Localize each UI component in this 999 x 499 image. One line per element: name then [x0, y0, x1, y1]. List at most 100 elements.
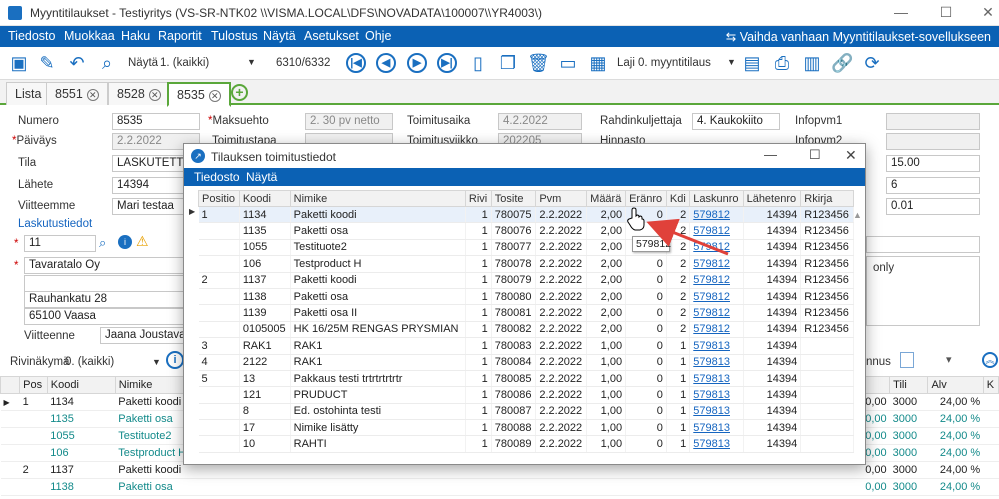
dialog-row[interactable]: 5 13 Pakkaus testi trtrtrtrtrtr 1 780085 2.2.… — [198, 370, 854, 388]
dialog-col-header[interactable]: Eränro — [625, 190, 667, 207]
customer-address2-field[interactable] — [24, 275, 184, 292]
next-record-icon[interactable]: ▶ — [407, 53, 427, 73]
dialog-maximize-icon[interactable]: ☐ — [809, 147, 821, 163]
menu-ohje[interactable]: Ohje — [365, 29, 391, 43]
dialog-cell[interactable]: 579812 — [689, 288, 744, 306]
dialog-menu-nayta[interactable]: Näytä — [246, 170, 277, 184]
dialog-row[interactable]: 2 1137 Paketti koodi 1 780079 2.2.2022 2,00 0 2 5… — [198, 272, 854, 289]
viitteemme-field[interactable]: Mari testaa — [112, 198, 184, 215]
dialog-row[interactable]: 8 Ed. ostohinta testi 1 780087 2.2.2022 1,00 0… — [198, 403, 854, 421]
dialog-row[interactable]: 1139 Paketti osa II 1 780081 2.2.2022 2,00 0 2 5… — [198, 304, 854, 322]
dialog-col-header[interactable]: Nimike — [289, 190, 466, 207]
customer-postal-field[interactable]: 65100 Vaasa — [24, 308, 184, 325]
dialog-cell[interactable]: 579813 — [689, 419, 744, 437]
toimitusaika-field[interactable]: 4.2.2022 — [498, 113, 582, 130]
right-field-1[interactable]: 15.00 — [886, 155, 980, 172]
add-tab-icon[interactable]: + — [231, 84, 248, 101]
dialog-row[interactable]: 1138 Paketti osa 1 780080 2.2.2022 2,00 0 2 5798… — [198, 288, 854, 306]
right-field-3[interactable]: 0.01 — [886, 198, 980, 215]
dialog-col-header[interactable]: Tosite — [490, 190, 537, 207]
menu-tiedosto[interactable]: Tiedosto — [8, 29, 55, 43]
dialog-cell[interactable]: 579812 — [689, 304, 744, 322]
edit-icon[interactable]: ✎ — [36, 52, 58, 74]
rowview-info-icon[interactable]: i — [166, 351, 184, 369]
dialog-cell[interactable]: 579813 — [689, 337, 744, 355]
menu-raportit[interactable]: Raportit — [158, 29, 202, 43]
infopvm1-field[interactable] — [886, 113, 980, 130]
right-field-2[interactable]: 6 — [886, 177, 980, 194]
type-chevron-down-icon[interactable]: ▼ — [727, 57, 736, 67]
dialog-cell[interactable]: 579813 — [689, 386, 744, 404]
dialog-col-header[interactable]: Laskunro — [689, 190, 744, 207]
dialog-cell[interactable]: 579812 — [689, 206, 744, 224]
laskutustiedot-link[interactable]: Laskutustiedot — [18, 218, 92, 230]
undo-icon[interactable]: ↶ — [66, 52, 88, 74]
menu-tulostus[interactable]: Tulostus — [211, 29, 258, 43]
rowview-chevron-down-icon[interactable]: ▼ — [152, 357, 161, 367]
dialog-col-header[interactable]: Lähetenro — [742, 190, 802, 207]
col-header[interactable]: Koodi — [46, 376, 116, 394]
dialog-minimize-icon[interactable]: — — [764, 147, 777, 162]
tab-8535[interactable]: 8535 ✕ — [167, 82, 231, 107]
dialog-cell[interactable]: 579812 — [689, 255, 744, 273]
dialog-col-header[interactable]: Määrä — [586, 190, 627, 207]
close-tab-icon[interactable]: ✕ — [208, 90, 221, 102]
dialog-row[interactable]: 1 1134 Paketti koodi 1 780075 2.2.2022 2,00 0 2 5… — [198, 206, 854, 224]
dialog-col-header[interactable]: Koodi — [238, 190, 291, 207]
print-icon[interactable]: ⎙ — [771, 52, 793, 74]
tab-lista[interactable]: Lista — [6, 82, 51, 105]
maximize-icon[interactable]: ☐ — [938, 4, 954, 20]
new-document-icon[interactable]: ▯ — [467, 52, 489, 74]
dialog-row[interactable]: 3 RAK1 RAK1 1 780083 2.2.2022 1,00 0 1 579813 1439… — [198, 337, 854, 355]
chevron-down-icon[interactable]: ▾ — [946, 353, 952, 366]
close-tab-icon[interactable]: ✕ — [148, 89, 161, 101]
view-select[interactable]: 1. (kaikki) — [160, 57, 209, 69]
dialog-cell[interactable]: 579813 — [689, 370, 744, 388]
prev-record-icon[interactable]: ◀ — [376, 53, 396, 73]
dialog-row[interactable]: 106 Testproduct H 1 780078 2.2.2022 2,00 0 2 579… — [198, 255, 854, 273]
customer-info-icon[interactable]: i — [118, 235, 132, 249]
save-icon[interactable]: ▣ — [8, 52, 30, 74]
delete-icon[interactable]: 🗑 — [527, 52, 550, 74]
close-tab-icon[interactable]: ✕ — [86, 89, 99, 101]
customer-name-field[interactable]: Tavaratalo Oy — [24, 257, 184, 274]
calculator-icon[interactable] — [900, 352, 914, 368]
customer-search-icon[interactable]: ⌕ — [99, 235, 115, 251]
dialog-col-header[interactable]: Kdi — [665, 190, 691, 207]
view-chevron-down-icon[interactable]: ▼ — [247, 57, 256, 67]
numero-field[interactable]: 8535 — [112, 113, 200, 130]
dialog-cell[interactable]: 579813 — [689, 354, 744, 371]
col-header[interactable]: Alv — [927, 376, 984, 394]
collapse-up-icon[interactable]: ︽ — [982, 352, 998, 368]
customer-address-field[interactable]: Rauhankatu 28 — [24, 291, 184, 308]
dialog-col-header[interactable]: Rivi — [464, 190, 492, 207]
dialog-cell[interactable]: 579812 — [689, 272, 744, 289]
dialog-cell[interactable]: 579812 — [689, 222, 744, 240]
col-header[interactable]: Pos — [19, 376, 48, 394]
col-header[interactable]: K — [982, 376, 999, 394]
table-icon[interactable]: ▦ — [587, 52, 609, 74]
notes-area[interactable]: only — [866, 256, 980, 326]
switch-old-app-link[interactable]: ⇆ Vaihda vanhaan Myyntitilaukset-sovellu… — [726, 29, 991, 44]
rahdinkuljettaja-field[interactable]: 4. Kaukokiito — [692, 113, 780, 130]
dialog-col-header[interactable]: Rkirja — [800, 190, 854, 207]
tab-8551[interactable]: 8551 ✕ — [46, 82, 108, 105]
menu-asetukset[interactable]: Asetukset — [304, 29, 359, 43]
search-icon[interactable]: ⌕ — [96, 52, 118, 74]
barcode-icon[interactable]: ▥ — [801, 52, 823, 74]
dialog-row[interactable]: 4 2122 RAK1 1 780084 2.2.2022 1,00 0 1 579813 1439… — [198, 354, 854, 371]
report-icon[interactable]: ▤ — [741, 52, 763, 74]
scroll-up-icon[interactable]: ▲ — [853, 210, 862, 220]
dialog-cell[interactable]: 579813 — [689, 403, 744, 421]
dialog-cell[interactable]: 579813 — [689, 435, 744, 453]
dialog-cell[interactable]: 579812 — [689, 239, 744, 257]
rowview-select[interactable]: 0. (kaikki) — [65, 356, 114, 368]
dialog-close-icon[interactable]: ✕ — [845, 147, 857, 164]
lahete-field[interactable]: 14394 — [112, 177, 184, 194]
refresh-icon[interactable]: ⟳ — [861, 52, 883, 74]
dialog-row[interactable]: 0105005 HK 16/25M RENGAS PRYSMIAN 1 780082 2… — [198, 321, 854, 339]
menu-muokkaa[interactable]: Muokkaa — [64, 29, 115, 43]
dialog-col-header[interactable]: Pvm — [535, 190, 588, 207]
right-field-4[interactable] — [866, 236, 980, 253]
customer-number-field[interactable]: 11 — [24, 235, 96, 252]
